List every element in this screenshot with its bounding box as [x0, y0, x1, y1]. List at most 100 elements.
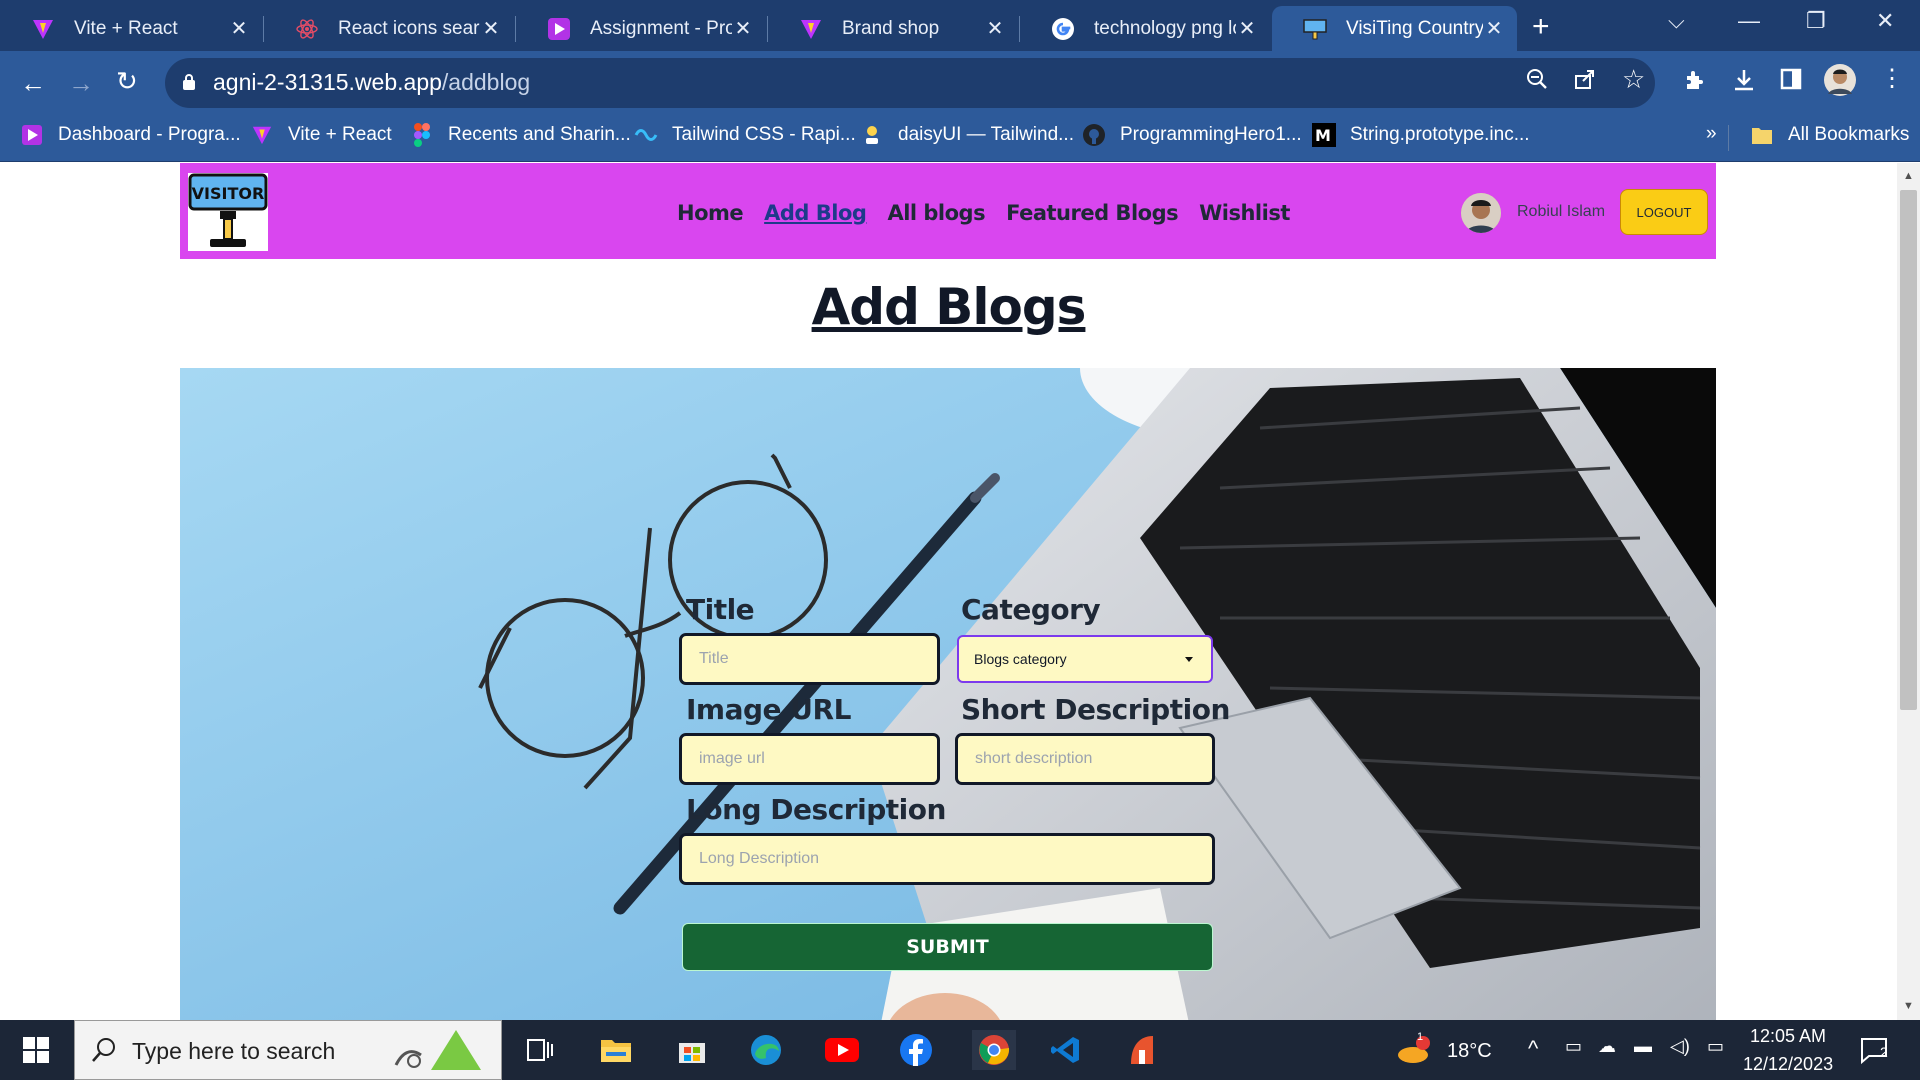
clock-date[interactable]: 12/12/2023	[1743, 1054, 1833, 1075]
bookmark-item[interactable]: daisyUI — Tailwind...	[860, 123, 1074, 147]
logo-text: VISITOR	[192, 184, 265, 203]
notification-weather-icon[interactable]	[1394, 1030, 1434, 1070]
bookmarks-overflow-button[interactable]: »	[1706, 123, 1717, 145]
bookmark-star-icon[interactable]: ☆	[1622, 64, 1645, 95]
download-icon[interactable]	[1732, 68, 1756, 98]
nav-all-blogs[interactable]: All blogs	[887, 201, 985, 225]
tab-title: VisiTing Country	[1346, 17, 1483, 39]
mdn-icon: M	[1312, 123, 1336, 147]
long-description-input[interactable]: Long Description	[679, 833, 1215, 885]
short-description-input[interactable]: short description	[955, 733, 1215, 785]
nav-featured-blogs[interactable]: Featured Blogs	[1006, 201, 1179, 225]
short-description-label: Short Description	[961, 693, 1230, 726]
page-viewport: VISITOR Home Add Blog All blogs Featured…	[0, 163, 1897, 1020]
tab-react-icons[interactable]: React icons search ✕	[264, 6, 514, 51]
github-icon	[1082, 123, 1106, 147]
tab-brand-shop[interactable]: Brand shop ✕	[768, 6, 1018, 51]
tab-visiting-country[interactable]: VisiTing Country ✕	[1272, 6, 1517, 51]
restore-icon[interactable]: ❐	[1806, 8, 1826, 34]
tab-search-icon[interactable]: ⌵	[1668, 8, 1685, 34]
windows-start-icon[interactable]	[16, 1030, 56, 1070]
page-title: Add Blogs	[811, 278, 1087, 336]
bookmark-label: ProgrammingHero1...	[1120, 124, 1302, 145]
extensions-icon[interactable]	[1683, 68, 1707, 98]
edge-icon[interactable]	[746, 1030, 786, 1070]
url-text[interactable]: agni-2-31315.web.app/addblog	[213, 69, 530, 96]
bookmark-label: Tailwind CSS - Rapi...	[672, 124, 856, 145]
profile-avatar-icon[interactable]	[1824, 64, 1856, 102]
scroll-down-icon[interactable]: ▼	[1903, 1000, 1914, 1012]
long-description-label: Long Description	[686, 793, 946, 826]
programming-hero-icon	[20, 123, 44, 147]
close-icon[interactable]: ✕	[732, 16, 754, 41]
tablet-icon[interactable]: ▭	[1565, 1036, 1582, 1057]
lock-icon[interactable]	[182, 73, 196, 96]
bookmark-item[interactable]: Dashboard - Progra...	[20, 123, 241, 147]
close-icon[interactable]: ✕	[1236, 16, 1258, 41]
bookmark-item[interactable]: M String.prototype.inc...	[1312, 123, 1530, 147]
volume-icon[interactable]: ◁)	[1670, 1036, 1690, 1057]
side-panel-icon[interactable]	[1780, 68, 1802, 96]
close-window-icon[interactable]: ✕	[1876, 8, 1894, 34]
submit-button[interactable]: SUBMIT	[682, 923, 1213, 971]
nav-add-blog[interactable]: Add Blog	[764, 201, 867, 225]
app-icon[interactable]	[1122, 1030, 1162, 1070]
image-url-input[interactable]: image url	[679, 733, 940, 785]
nav-home[interactable]: Home	[677, 201, 744, 225]
display-icon[interactable]: ▭	[1707, 1036, 1724, 1057]
user-avatar[interactable]	[1461, 193, 1501, 233]
tab-title: Brand shop	[842, 17, 940, 39]
chevron-up-icon[interactable]: ^	[1528, 1036, 1538, 1062]
scroll-up-icon[interactable]: ▲	[1903, 170, 1914, 182]
action-center-icon[interactable]	[1854, 1030, 1894, 1070]
title-input[interactable]: Title	[679, 633, 940, 685]
bookmark-item[interactable]: Recents and Sharin...	[410, 123, 631, 147]
back-icon[interactable]: ←	[20, 68, 46, 99]
weather-temperature[interactable]: 18°C	[1447, 1040, 1492, 1063]
menu-kebab-icon[interactable]: ⋮	[1880, 64, 1904, 93]
close-icon[interactable]: ✕	[984, 16, 1006, 41]
caret-down-icon	[1185, 657, 1193, 662]
close-icon[interactable]: ✕	[480, 16, 502, 41]
tab-technology-png[interactable]: technology png lo ✕	[1020, 6, 1270, 51]
youtube-icon[interactable]	[822, 1030, 862, 1070]
forward-icon[interactable]: →	[68, 68, 94, 99]
microsoft-store-icon[interactable]	[672, 1030, 712, 1070]
facebook-icon[interactable]	[896, 1030, 936, 1070]
bookmark-item[interactable]: Tailwind CSS - Rapi...	[634, 123, 856, 147]
react-icon	[294, 16, 320, 42]
minimize-icon[interactable]: —	[1738, 8, 1760, 34]
vite-icon	[30, 16, 56, 42]
clock-time[interactable]: 12:05 AM	[1750, 1026, 1826, 1047]
main-nav: Home Add Blog All blogs Featured Blogs W…	[677, 201, 1290, 225]
all-bookmarks[interactable]: All Bookmarks	[1750, 123, 1909, 147]
reload-icon[interactable]: ↻	[116, 66, 138, 97]
bookmark-item[interactable]: ProgrammingHero1...	[1082, 123, 1302, 147]
vscode-icon[interactable]	[1046, 1030, 1086, 1070]
file-explorer-icon[interactable]	[596, 1030, 636, 1070]
share-icon[interactable]	[1574, 68, 1596, 96]
nav-wishlist[interactable]: Wishlist	[1199, 201, 1290, 225]
zoom-icon[interactable]	[1526, 68, 1548, 96]
network-icon[interactable]: ☁	[1598, 1036, 1616, 1057]
category-select[interactable]: Blogs category	[957, 635, 1213, 683]
close-icon[interactable]: ✕	[1483, 16, 1505, 41]
tab-vite-react[interactable]: Vite + React ✕	[0, 6, 262, 51]
close-icon[interactable]: ✕	[228, 16, 250, 41]
site-logo[interactable]: VISITOR	[188, 173, 268, 251]
bookmark-item[interactable]: Vite + React	[250, 123, 392, 147]
search-placeholder: Type here to search	[132, 1038, 336, 1064]
task-view-icon[interactable]	[520, 1030, 560, 1070]
search-highlight-icon[interactable]	[386, 1030, 496, 1070]
bookmark-label: Vite + React	[288, 124, 392, 145]
chrome-icon[interactable]	[972, 1030, 1016, 1070]
logout-button[interactable]: LOGOUT	[1620, 189, 1708, 235]
category-selected-value: Blogs category	[974, 651, 1067, 667]
scrollbar-thumb[interactable]	[1900, 190, 1917, 710]
battery-icon[interactable]: ▬	[1634, 1036, 1652, 1057]
search-icon	[84, 1030, 124, 1070]
tailwind-icon	[634, 123, 658, 147]
new-tab-button[interactable]: +	[1532, 10, 1550, 44]
tab-title: Vite + React	[74, 17, 178, 39]
tab-assignment[interactable]: Assignment - Prog ✕	[516, 6, 766, 51]
